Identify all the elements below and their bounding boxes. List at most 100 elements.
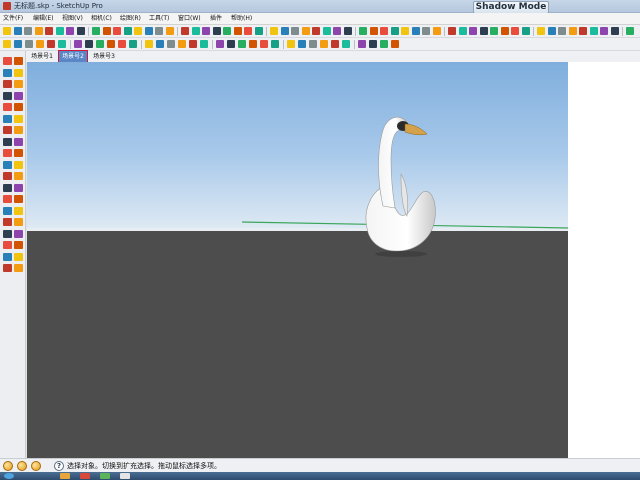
toolbar-tool-icon[interactable] <box>458 27 467 35</box>
toolbar-tool-icon[interactable] <box>212 27 221 35</box>
toolbar-tool-icon[interactable] <box>202 27 210 35</box>
toolbar-tool-icon[interactable] <box>45 27 53 35</box>
palette-tool-icon[interactable] <box>14 57 23 65</box>
drawing-viewport[interactable] <box>27 62 568 458</box>
toolbar-tool-icon[interactable] <box>260 40 268 48</box>
menu-plugins[interactable]: 插件 <box>210 13 222 25</box>
toolbar-tool-icon[interactable] <box>380 40 388 48</box>
tab-scene-2[interactable]: 场景号2 <box>58 50 88 63</box>
palette-tool-icon[interactable] <box>3 80 12 88</box>
toolbar-tool-icon[interactable] <box>145 40 153 48</box>
toolbar-tool-icon[interactable] <box>233 27 242 35</box>
toolbar-tool-icon[interactable] <box>238 40 246 48</box>
toolbar-tool-icon[interactable] <box>134 27 142 35</box>
palette-tool-icon[interactable] <box>3 91 12 100</box>
help-icon[interactable]: ? <box>54 461 64 471</box>
menu-edit[interactable]: 编辑(E) <box>33 13 53 25</box>
toolbar-tool-icon[interactable] <box>216 40 224 48</box>
palette-tool-icon[interactable] <box>3 57 12 65</box>
taskbar-app-icon[interactable] <box>80 473 90 479</box>
palette-tool-icon[interactable] <box>14 195 23 203</box>
toolbar-tool-icon[interactable] <box>369 27 378 35</box>
toolbar-tool-icon[interactable] <box>271 40 279 48</box>
toolbar-tool-icon[interactable] <box>47 40 55 48</box>
toolbar-tool-icon[interactable] <box>610 27 619 35</box>
toolbar-tool-icon[interactable] <box>309 40 317 48</box>
toolbar-tool-icon[interactable] <box>55 27 64 35</box>
toolbar-tool-icon[interactable] <box>156 40 164 48</box>
menu-tools[interactable]: 工具(T) <box>149 13 169 25</box>
credits-icon[interactable] <box>17 461 27 471</box>
palette-tool-icon[interactable] <box>3 264 12 272</box>
toolbar-tool-icon[interactable] <box>401 27 409 35</box>
toolbar-tool-icon[interactable] <box>3 27 11 35</box>
toolbar-tool-icon[interactable] <box>280 27 289 35</box>
palette-tool-icon[interactable] <box>14 103 23 111</box>
toolbar-tool-icon[interactable] <box>333 27 341 35</box>
palette-tool-icon[interactable] <box>14 183 23 192</box>
tab-scene-3[interactable]: 场景号3 <box>89 51 119 62</box>
toolbar-tool-icon[interactable] <box>490 27 498 35</box>
toolbar-tool-icon[interactable] <box>3 40 11 48</box>
toolbar-tool-icon[interactable] <box>342 40 350 48</box>
toolbar-tool-icon[interactable] <box>369 40 377 48</box>
palette-tool-icon[interactable] <box>3 183 12 192</box>
taskbar-app-icon[interactable] <box>120 473 130 479</box>
toolbar-tool-icon[interactable] <box>123 27 132 35</box>
toolbar-tool-icon[interactable] <box>422 27 430 35</box>
toolbar-tool-icon[interactable] <box>320 40 328 48</box>
toolbar-tool-icon[interactable] <box>25 40 33 48</box>
toolbar-tool-icon[interactable] <box>432 27 441 35</box>
toolbar-tool-icon[interactable] <box>287 40 295 48</box>
tab-scene-1[interactable]: 场景号1 <box>27 51 57 62</box>
toolbar-tool-icon[interactable] <box>626 27 634 35</box>
toolbar-tool-icon[interactable] <box>92 27 100 35</box>
palette-tool-icon[interactable] <box>3 114 12 123</box>
palette-tool-icon[interactable] <box>3 195 12 203</box>
palette-tool-icon[interactable] <box>3 206 12 215</box>
toolbar-tool-icon[interactable] <box>155 27 163 35</box>
toolbar-tool-icon[interactable] <box>74 40 82 48</box>
toolbar-tool-icon[interactable] <box>244 27 252 35</box>
toolbar-tool-icon[interactable] <box>411 27 420 35</box>
toolbar-tool-icon[interactable] <box>227 40 235 48</box>
toolbar-tool-icon[interactable] <box>107 40 115 48</box>
palette-tool-icon[interactable] <box>14 126 23 134</box>
toolbar-tool-icon[interactable] <box>223 27 231 35</box>
toolbar-tool-icon[interactable] <box>322 27 331 35</box>
toolbar-tool-icon[interactable] <box>537 27 545 35</box>
toolbar-tool-icon[interactable] <box>270 27 278 35</box>
palette-tool-icon[interactable] <box>14 160 23 169</box>
toolbar-tool-icon[interactable] <box>343 27 352 35</box>
palette-tool-icon[interactable] <box>3 103 12 111</box>
toolbar-tool-icon[interactable] <box>312 27 320 35</box>
toolbar-tool-icon[interactable] <box>298 40 306 48</box>
toolbar-tool-icon[interactable] <box>113 27 121 35</box>
palette-tool-icon[interactable] <box>14 68 23 77</box>
toolbar-tool-icon[interactable] <box>589 27 598 35</box>
taskbar-app-icon[interactable] <box>100 473 110 479</box>
palette-tool-icon[interactable] <box>3 68 12 77</box>
toolbar-tool-icon[interactable] <box>36 40 44 48</box>
palette-tool-icon[interactable] <box>14 229 23 238</box>
palette-tool-icon[interactable] <box>14 80 23 88</box>
palette-tool-icon[interactable] <box>14 241 23 249</box>
toolbar-tool-icon[interactable] <box>96 40 104 48</box>
toolbar-tool-icon[interactable] <box>448 27 456 35</box>
palette-tool-icon[interactable] <box>14 137 23 146</box>
palette-tool-icon[interactable] <box>14 149 23 157</box>
user-icon[interactable] <box>31 461 41 471</box>
palette-tool-icon[interactable] <box>14 172 23 180</box>
toolbar-tool-icon[interactable] <box>291 27 299 35</box>
palette-tool-icon[interactable] <box>14 91 23 100</box>
palette-tool-icon[interactable] <box>14 114 23 123</box>
toolbar-tool-icon[interactable] <box>521 27 530 35</box>
palette-tool-icon[interactable] <box>3 160 12 169</box>
toolbar-tool-icon[interactable] <box>24 27 32 35</box>
menu-camera[interactable]: 相机(C) <box>91 13 112 25</box>
toolbar-tool-icon[interactable] <box>76 27 85 35</box>
menu-view[interactable]: 视图(V) <box>62 13 83 25</box>
toolbar-tool-icon[interactable] <box>189 40 197 48</box>
toolbar-tool-icon[interactable] <box>479 27 488 35</box>
toolbar-tool-icon[interactable] <box>129 40 137 48</box>
